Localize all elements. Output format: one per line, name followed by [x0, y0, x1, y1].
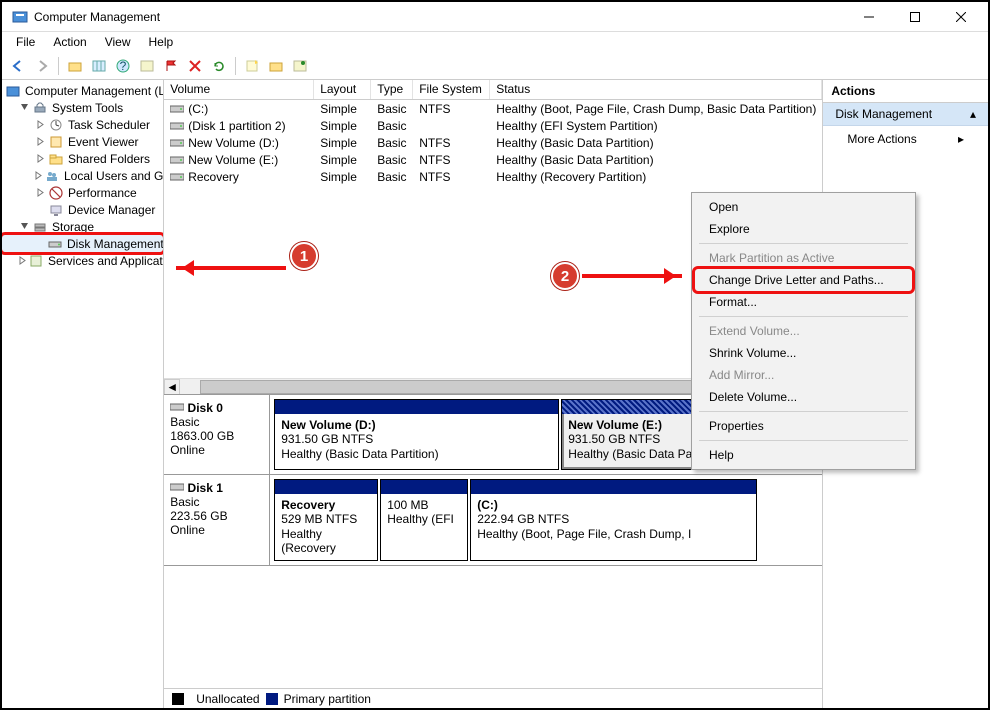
ctx-format[interactable]: Format...	[695, 291, 912, 313]
disk-row[interactable]: Disk 1Basic223.56 GBOnlineRecovery529 MB…	[164, 475, 822, 566]
partition[interactable]: Recovery529 MB NTFSHealthy (Recovery	[274, 479, 378, 561]
legend-swatch-primary	[266, 693, 278, 705]
tree-storage[interactable]: Storage	[2, 218, 163, 235]
tree-disk-management[interactable]: Disk Management	[2, 235, 163, 252]
new-item-icon[interactable]	[242, 56, 262, 76]
folder-up-icon[interactable]	[65, 56, 85, 76]
col-volume[interactable]: Volume	[164, 80, 314, 99]
ctx-mark-partition: Mark Partition as Active	[695, 247, 912, 269]
title-bar: Computer Management	[2, 2, 988, 32]
volume-row[interactable]: (C:)SimpleBasicNTFSHealthy (Boot, Page F…	[164, 100, 822, 117]
drive-icon	[170, 155, 184, 165]
drive-icon	[170, 172, 184, 182]
col-type[interactable]: Type	[371, 80, 413, 99]
maximize-button[interactable]	[892, 3, 938, 31]
legend-unallocated-label: Unallocated	[196, 692, 259, 706]
tree-system-tools[interactable]: System Tools	[2, 99, 163, 116]
list-icon[interactable]	[137, 56, 157, 76]
menu-help[interactable]: Help	[141, 33, 182, 51]
disk-icon	[170, 402, 184, 412]
ctx-add-mirror: Add Mirror...	[695, 364, 912, 386]
partition[interactable]: 100 MBHealthy (EFI	[380, 479, 468, 561]
folder-icon[interactable]	[266, 56, 286, 76]
scroll-thumb[interactable]	[200, 380, 740, 394]
menu-action[interactable]: Action	[45, 33, 94, 51]
close-button[interactable]	[938, 3, 984, 31]
col-layout[interactable]: Layout	[314, 80, 371, 99]
volume-row[interactable]: New Volume (D:)SimpleBasicNTFSHealthy (B…	[164, 134, 822, 151]
navigation-tree[interactable]: Computer Management (Local System Tools …	[2, 80, 164, 708]
chevron-right-icon: ▸	[958, 132, 964, 146]
tree-task-scheduler[interactable]: Task Scheduler	[2, 116, 163, 133]
volume-list[interactable]: (C:)SimpleBasicNTFSHealthy (Boot, Page F…	[164, 100, 822, 185]
ctx-help[interactable]: Help	[695, 444, 912, 466]
minimize-button[interactable]	[846, 3, 892, 31]
forward-icon[interactable]	[32, 56, 52, 76]
refresh-icon[interactable]	[209, 56, 229, 76]
context-menu[interactable]: Open Explore Mark Partition as Active Ch…	[691, 192, 916, 470]
volume-list-header[interactable]: Volume Layout Type File System Status	[164, 80, 822, 100]
drive-icon	[170, 121, 184, 131]
tree-event-viewer[interactable]: Event Viewer	[2, 133, 163, 150]
legend: Unallocated Primary partition	[164, 688, 822, 708]
ctx-extend: Extend Volume...	[695, 320, 912, 342]
toolbar: ?	[2, 52, 988, 80]
scroll-left-icon[interactable]: ◄	[164, 379, 180, 395]
columns-icon[interactable]	[89, 56, 109, 76]
ctx-explore[interactable]: Explore	[695, 218, 912, 240]
col-status[interactable]: Status	[490, 80, 822, 99]
menu-view[interactable]: View	[97, 33, 139, 51]
tree-local-users[interactable]: Local Users and Groups	[2, 167, 163, 184]
tree-device-manager[interactable]: Device Manager	[2, 201, 163, 218]
help-icon[interactable]: ?	[113, 56, 133, 76]
flag-icon[interactable]	[161, 56, 181, 76]
ctx-change-drive-letter[interactable]: Change Drive Letter and Paths...	[695, 269, 912, 291]
delete-icon[interactable]	[185, 56, 205, 76]
tree-shared-folders[interactable]: Shared Folders	[2, 150, 163, 167]
tree-services-apps[interactable]: Services and Applications	[2, 252, 163, 269]
tree-root[interactable]: Computer Management (Local	[2, 82, 163, 99]
collapse-icon[interactable]: ▴	[970, 107, 976, 121]
col-filesystem[interactable]: File System	[413, 80, 490, 99]
volume-row[interactable]: (Disk 1 partition 2)SimpleBasicHealthy (…	[164, 117, 822, 134]
drive-icon	[170, 138, 184, 148]
volume-row[interactable]: RecoverySimpleBasicNTFSHealthy (Recovery…	[164, 168, 822, 185]
menu-bar: File Action View Help	[2, 32, 988, 52]
actions-more[interactable]: More Actions ▸	[823, 126, 988, 152]
actions-header: Actions	[823, 80, 988, 103]
disk-icon	[170, 482, 184, 492]
ctx-properties[interactable]: Properties	[695, 415, 912, 437]
legend-swatch-unallocated	[172, 693, 184, 705]
ctx-delete[interactable]: Delete Volume...	[695, 386, 912, 408]
legend-primary-label: Primary partition	[284, 692, 371, 706]
partition[interactable]: (C:)222.94 GB NTFSHealthy (Boot, Page Fi…	[470, 479, 757, 561]
partition[interactable]: New Volume (D:)931.50 GB NTFSHealthy (Ba…	[274, 399, 559, 470]
app-icon	[12, 9, 28, 25]
ctx-shrink[interactable]: Shrink Volume...	[695, 342, 912, 364]
volume-row[interactable]: New Volume (E:)SimpleBasicNTFSHealthy (B…	[164, 151, 822, 168]
rescan-icon[interactable]	[290, 56, 310, 76]
ctx-open[interactable]: Open	[695, 196, 912, 218]
window-title: Computer Management	[34, 10, 846, 24]
tree-performance[interactable]: Performance	[2, 184, 163, 201]
back-icon[interactable]	[8, 56, 28, 76]
actions-group[interactable]: Disk Management ▴	[823, 103, 988, 126]
drive-icon	[170, 104, 184, 114]
svg-text:?: ?	[120, 59, 127, 73]
menu-file[interactable]: File	[8, 33, 43, 51]
